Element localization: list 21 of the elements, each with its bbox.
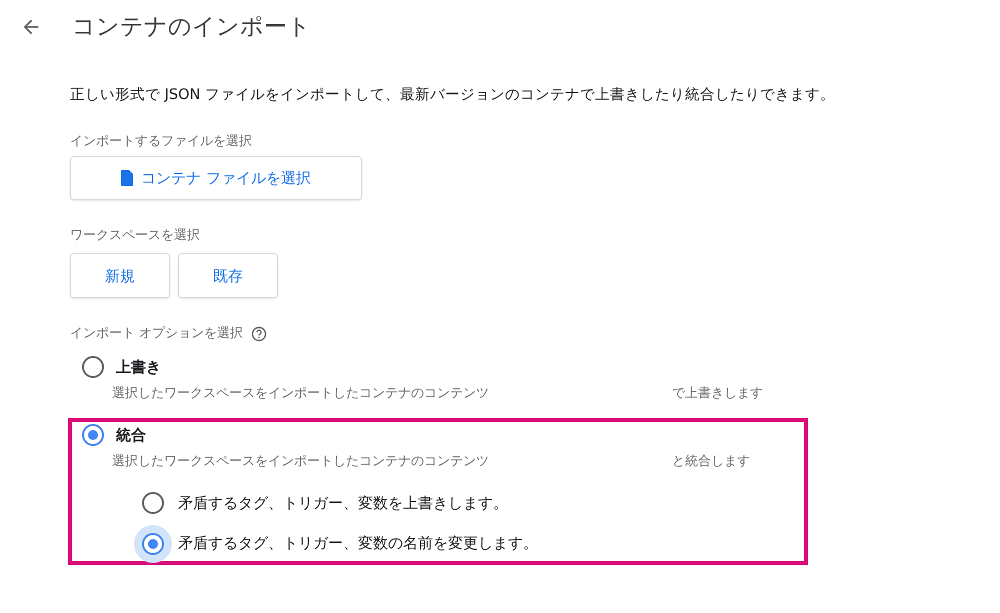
option-description: と統合します xyxy=(672,454,750,470)
option-description: で上書きします xyxy=(672,386,763,402)
choose-file-button[interactable]: コンテナ ファイルを選択 xyxy=(70,156,362,200)
workspace-button[interactable]: 既存 xyxy=(178,253,278,298)
option-label: 上書き xyxy=(116,356,161,378)
option-description: 選択したワークスペースをインポートしたコンテナのコンテンツ xyxy=(112,385,490,404)
option-label: 統合 xyxy=(116,424,146,446)
radio-button[interactable] xyxy=(142,492,164,514)
section-label: インポート オプションを選択 xyxy=(70,325,244,344)
intro-text: 正しい形式で JSON ファイルをインポートして、最新バージョンのコンテナで上書きしたり統合したりできます。 xyxy=(70,86,836,104)
radio-button[interactable] xyxy=(82,424,104,446)
workspace-button[interactable]: 新規 xyxy=(70,253,170,298)
option-label: 矛盾するタグ、トリガー、変数を上書きします。 xyxy=(178,492,508,514)
section-label: インポートするファイルを選択 xyxy=(70,133,253,152)
file-icon xyxy=(121,170,134,186)
section-label: ワークスペースを選択 xyxy=(70,226,201,245)
option-label: 矛盾するタグ、トリガー、変数の名前を変更します。 xyxy=(178,533,538,554)
help-icon[interactable] xyxy=(251,326,268,342)
option-description: 選択したワークスペースをインポートしたコンテナのコンテンツ xyxy=(112,453,490,472)
radio-button[interactable] xyxy=(82,356,104,378)
page-title: コンテナのインポート xyxy=(72,13,311,42)
